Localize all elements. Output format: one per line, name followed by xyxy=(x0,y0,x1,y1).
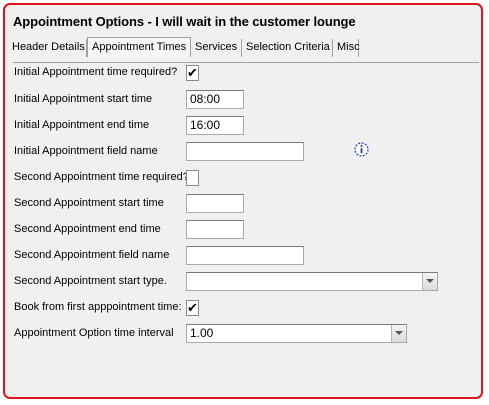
initial-end-input[interactable]: 16:00 xyxy=(186,116,244,135)
initial-start-input[interactable]: 08:00 xyxy=(186,90,244,109)
second-field-label: Second Appointment field name xyxy=(14,249,170,261)
interval-label: Appointment Option time interval xyxy=(14,327,174,339)
second-type-select[interactable] xyxy=(186,272,438,291)
second-end-input[interactable] xyxy=(186,220,244,239)
chevron-down-icon[interactable] xyxy=(422,273,437,290)
book-first-label: Book from first apppointment time: xyxy=(14,301,182,313)
interval-value: 1.00 xyxy=(190,326,214,340)
book-first-checkbox[interactable]: ✔ xyxy=(186,300,199,316)
second-required-label: Second Appointment time required? xyxy=(14,171,189,183)
second-start-label: Second Appointment start time xyxy=(14,197,164,209)
interval-select[interactable]: 1.00 xyxy=(186,324,407,343)
second-field-input[interactable] xyxy=(186,246,304,265)
tab-appointment-times[interactable]: Appointment Times xyxy=(87,37,191,57)
tab-divider xyxy=(13,62,479,63)
initial-start-label: Initial Appointment start time xyxy=(14,93,153,105)
initial-field-input[interactable] xyxy=(186,142,304,161)
tab-selection-criteria[interactable]: Selection Criteria xyxy=(242,39,333,57)
initial-end-label: Initial Appointment end time xyxy=(14,119,150,131)
initial-required-label: Initial Appointment time required? xyxy=(14,66,178,78)
info-icon[interactable] xyxy=(353,141,370,158)
second-type-label: Second Appointment start type. xyxy=(14,275,167,287)
initial-field-label: Initial Appointment field name xyxy=(14,145,158,157)
tab-misc[interactable]: Misc xyxy=(333,39,360,57)
chevron-down-icon[interactable] xyxy=(391,325,406,342)
second-end-label: Second Appointment end time xyxy=(14,223,161,235)
group-title: Appointment Options - I will wait in the… xyxy=(11,14,358,29)
tab-header-details[interactable]: Header Details xyxy=(8,39,87,57)
second-start-input[interactable] xyxy=(186,194,244,213)
tab-services[interactable]: Services xyxy=(191,39,242,57)
initial-required-checkbox[interactable]: ✔ xyxy=(186,65,199,81)
second-required-checkbox[interactable] xyxy=(186,170,199,186)
